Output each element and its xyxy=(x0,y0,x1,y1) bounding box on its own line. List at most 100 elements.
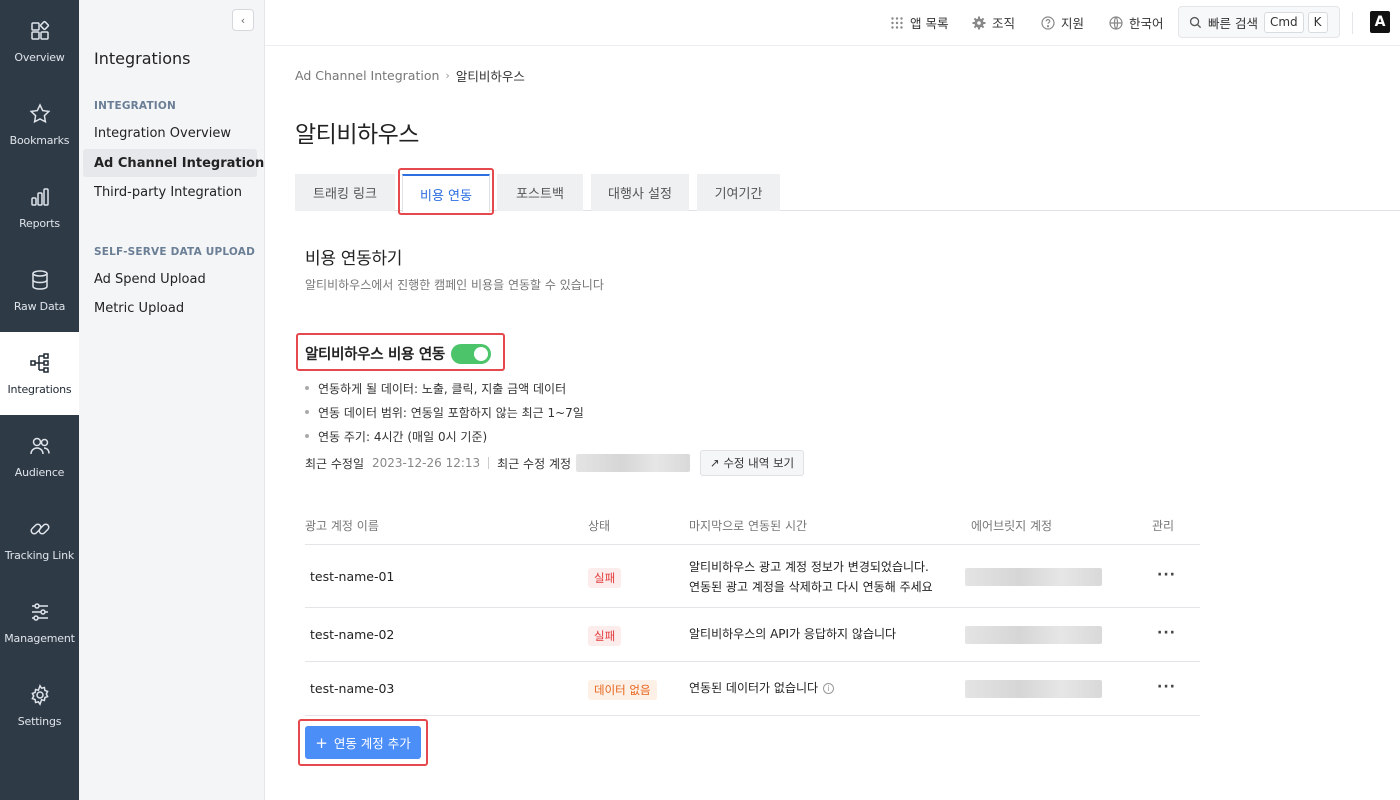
grid-icon xyxy=(890,16,904,30)
sidebar-section-integration: INTEGRATION xyxy=(94,100,177,112)
rail-item-tracking-link[interactable]: Tracking Link xyxy=(0,498,79,581)
column-header-airbridge-account: 에어브릿지 계정 xyxy=(971,519,1053,533)
sliders-icon xyxy=(28,600,52,624)
column-header-manage: 관리 xyxy=(1152,519,1175,533)
redacted-airbridge-account xyxy=(965,568,1102,586)
add-linked-account-label: 연동 계정 추가 xyxy=(333,736,411,751)
rail-item-overview[interactable]: Overview xyxy=(0,0,79,83)
support-button[interactable]: 지원 xyxy=(1041,13,1084,32)
more-options-button[interactable]: ··· xyxy=(1157,679,1176,695)
tab-postback[interactable]: 포스트백 xyxy=(497,174,583,211)
sync-message-line: 알티비하우스 광고 계정 정보가 변경되었습니다. xyxy=(689,560,929,574)
rail-item-label: Reports xyxy=(19,217,60,230)
sidebar-item-third-party-integration[interactable]: Third-party Integration xyxy=(83,178,257,206)
rail-item-audience[interactable]: Audience xyxy=(0,415,79,498)
more-options-button[interactable]: ··· xyxy=(1157,625,1176,641)
brand-logo[interactable]: A xyxy=(1370,11,1390,33)
cost-integration-toggle-row: 알티비하우스 비용 연동 xyxy=(305,343,491,364)
bullet-text: 연동 주기: 4시간 (매일 0시 기준) xyxy=(318,429,488,444)
tab-agency-settings[interactable]: 대행사 설정 xyxy=(591,174,689,211)
bullet-dot xyxy=(305,410,309,414)
breadcrumb-current: 알티비하우스 xyxy=(455,69,525,84)
org-button[interactable]: 조직 xyxy=(972,13,1015,32)
shortcut-key-cmd: Cmd xyxy=(1263,11,1304,33)
rail-item-settings[interactable]: Settings xyxy=(0,664,79,747)
tab-attribution-window[interactable]: 기여기간 xyxy=(697,174,780,211)
section-title: 비용 연동하기 xyxy=(305,249,403,269)
status-badge: 데이터 없음 xyxy=(588,680,657,700)
sidebar-item-integration-overview[interactable]: Integration Overview xyxy=(83,119,257,147)
status-badge: 실패 xyxy=(588,568,622,588)
gear-icon xyxy=(28,683,52,707)
table-row: test-name-01 실패 알티비하우스 광고 계정 정보가 변경되었습니다… xyxy=(305,547,1200,608)
view-history-button[interactable]: ↗ 수정 내역 보기 xyxy=(700,450,805,476)
language-label: 한국어 xyxy=(1129,16,1164,31)
divider xyxy=(488,457,490,469)
table-row: test-name-03 데이터 없음 연동된 데이터가 없습니다 i ··· xyxy=(305,662,1200,716)
rail-item-label: Tracking Link xyxy=(4,549,75,562)
quick-search-button[interactable]: 빠른 검색 Cmd K xyxy=(1178,6,1340,38)
last-modified-label: 최근 수정일 xyxy=(305,456,365,471)
rail-item-bookmarks[interactable]: Bookmarks xyxy=(0,83,79,166)
add-linked-account-button[interactable]: + 연동 계정 추가 xyxy=(305,726,421,759)
rail-item-raw-data[interactable]: Raw Data xyxy=(0,249,79,332)
support-label: 지원 xyxy=(1061,16,1085,31)
redacted-account xyxy=(576,454,691,472)
list-item: 연동 주기: 4시간 (매일 0시 기준) xyxy=(305,424,584,448)
collapse-sidebar-button[interactable]: ‹ xyxy=(232,9,254,31)
account-name: test-name-01 xyxy=(310,569,395,584)
app-list-label: 앱 목록 xyxy=(910,16,949,31)
rail-item-label: Settings xyxy=(17,715,62,728)
last-modified-by-label: 최근 수정 계정 xyxy=(497,456,572,471)
link-icon xyxy=(28,517,52,541)
redacted-airbridge-account xyxy=(965,680,1102,698)
page-title: 알티비하우스 xyxy=(295,122,419,148)
cost-integration-toggle[interactable] xyxy=(450,343,491,364)
section-description: 알티비하우스에서 진행한 캠페인 비용을 연동할 수 있습니다 xyxy=(305,278,604,292)
table-row: test-name-02 실패 알티비하우스의 API가 응답하지 않습니다 ·… xyxy=(305,608,1200,662)
rail-item-management[interactable]: Management xyxy=(0,581,79,664)
language-button[interactable]: 한국어 xyxy=(1109,13,1164,32)
integrations-icon xyxy=(28,351,52,375)
gear-icon xyxy=(972,16,986,30)
sidebar-section-self-serve: SELF-SERVE DATA UPLOAD xyxy=(94,246,255,258)
info-icon[interactable]: i xyxy=(823,683,835,694)
secondary-sidebar: ‹ Integrations INTEGRATION Integration O… xyxy=(79,0,265,800)
app-list-button[interactable]: 앱 목록 xyxy=(890,13,948,32)
column-header-last-synced: 마지막으로 연동된 시간 xyxy=(689,519,808,533)
bullet-text: 연동하게 될 데이터: 노출, 클릭, 지출 금액 데이터 xyxy=(318,381,567,396)
overview-icon xyxy=(28,19,52,43)
users-icon xyxy=(28,434,52,458)
more-options-button[interactable]: ··· xyxy=(1157,567,1176,583)
redacted-airbridge-account xyxy=(965,626,1102,644)
sync-message-line: 알티비하우스의 API가 응답하지 않습니다 xyxy=(689,627,897,641)
sidebar-item-ad-spend-upload[interactable]: Ad Spend Upload xyxy=(83,265,257,293)
sidebar-item-metric-upload[interactable]: Metric Upload xyxy=(83,294,257,322)
status-badge: 실패 xyxy=(588,626,622,646)
sidebar-title: Integrations xyxy=(94,49,191,68)
integration-info-list: 연동하게 될 데이터: 노출, 클릭, 지출 금액 데이터 연동 데이터 범위:… xyxy=(305,376,584,448)
tab-tracking-link[interactable]: 트래킹 링크 xyxy=(295,174,395,211)
sidebar-item-ad-channel-integration[interactable]: Ad Channel Integration xyxy=(83,149,264,177)
top-bar: 앱 목록 조직 지원 한국어 빠른 검색 Cmd K A xyxy=(265,0,1400,46)
rail-item-integrations[interactable]: Integrations xyxy=(0,332,79,415)
bullet-text: 연동 데이터 범위: 연동일 포함하지 않는 최근 1~7일 xyxy=(318,405,584,420)
org-label: 조직 xyxy=(992,16,1016,31)
list-item: 연동 데이터 범위: 연동일 포함하지 않는 최근 1~7일 xyxy=(305,400,584,424)
account-name: test-name-03 xyxy=(310,681,395,696)
tab-cost-integration[interactable]: 비용 연동 xyxy=(402,174,490,212)
breadcrumb-parent[interactable]: Ad Channel Integration xyxy=(295,68,439,83)
rail-item-label: Management xyxy=(4,632,75,645)
last-modified-value: 2023-12-26 12:13 xyxy=(372,456,481,470)
help-icon xyxy=(1041,15,1055,30)
sync-message-line: 연동된 데이터가 없습니다 xyxy=(689,681,819,695)
rail-item-reports[interactable]: Reports xyxy=(0,166,79,249)
search-icon xyxy=(1189,16,1202,28)
globe-icon xyxy=(1109,15,1123,30)
shortcut-key-k: K xyxy=(1307,11,1328,33)
rail-item-label: Integrations xyxy=(7,383,72,396)
sync-message: 연동된 데이터가 없습니다 i xyxy=(689,678,835,698)
sync-message: 알티비하우스의 API가 응답하지 않습니다 xyxy=(689,624,896,644)
rail-item-label: Audience xyxy=(14,466,65,479)
quick-search-label: 빠른 검색 xyxy=(1208,15,1258,31)
